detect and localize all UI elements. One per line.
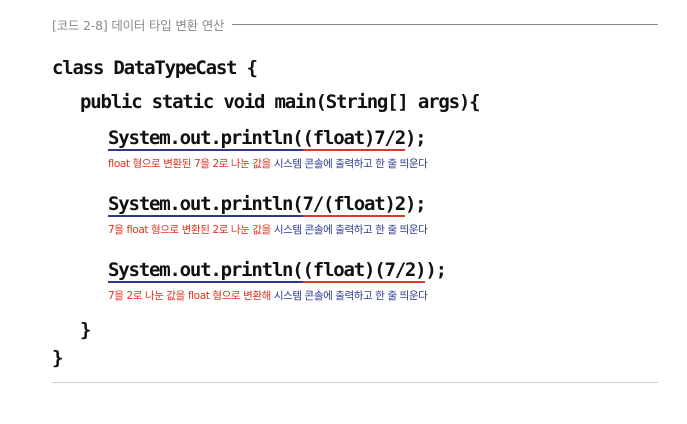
caption-divider	[232, 23, 658, 25]
figure-caption-row: [코드 2-8] 데이터 타입 변환 연산	[52, 14, 658, 34]
cast-expression: 7/(float)2	[302, 193, 406, 217]
note-cast-part: 7을 float 형으로 변환된 2로 나눈 값을	[108, 224, 271, 236]
statement-note-2: 7을 float 형으로 변환된 2로 나눈 값을 시스템 콘솔에 출력하고 한…	[108, 222, 428, 237]
statement-end: );	[404, 193, 427, 215]
cast-expression: (float)(7/2)	[302, 259, 427, 283]
println-call: System.out.println(	[108, 127, 304, 151]
statement-end: );	[404, 127, 427, 149]
cast-expression: (float)7/2	[302, 127, 406, 151]
method-close-brace: }	[80, 319, 91, 341]
note-print-part: 시스템 콘솔에 출력하고 한 줄 띄운다	[270, 290, 428, 302]
note-print-part: 시스템 콘솔에 출력하고 한 줄 띄운다	[270, 224, 428, 236]
figure-caption: [코드 2-8] 데이터 타입 변환 연산	[52, 17, 225, 33]
statement-note-3: 7을 2로 나눈 값을 float 형으로 변환해 시스템 콘솔에 출력하고 한…	[108, 288, 428, 303]
note-print-part: 시스템 콘솔에 출력하고 한 줄 띄운다	[270, 158, 428, 170]
bottom-divider	[52, 382, 658, 383]
note-cast-part: 7을 2로 나눈 값을 float 형으로 변환해	[108, 290, 271, 302]
println-call: System.out.println(	[108, 259, 304, 283]
note-cast-part: float 형으로 변환된 7을 2로 나눈 값을	[108, 158, 271, 170]
code-statement-3: System.out.println((float)(7/2));	[108, 258, 447, 283]
class-declaration: class DataTypeCast {	[52, 57, 258, 79]
code-statement-2: System.out.println(7/(float)2);	[108, 192, 427, 217]
statement-note-1: float 형으로 변환된 7을 2로 나눈 값을 시스템 콘솔에 출력하고 한…	[108, 156, 428, 171]
println-call: System.out.println(	[108, 193, 304, 217]
statement-end: );	[425, 259, 447, 281]
method-declaration: public static void main(String[] args){	[80, 91, 481, 113]
code-statement-1: System.out.println((float)7/2);	[108, 126, 427, 151]
class-close-brace: }	[52, 347, 63, 369]
